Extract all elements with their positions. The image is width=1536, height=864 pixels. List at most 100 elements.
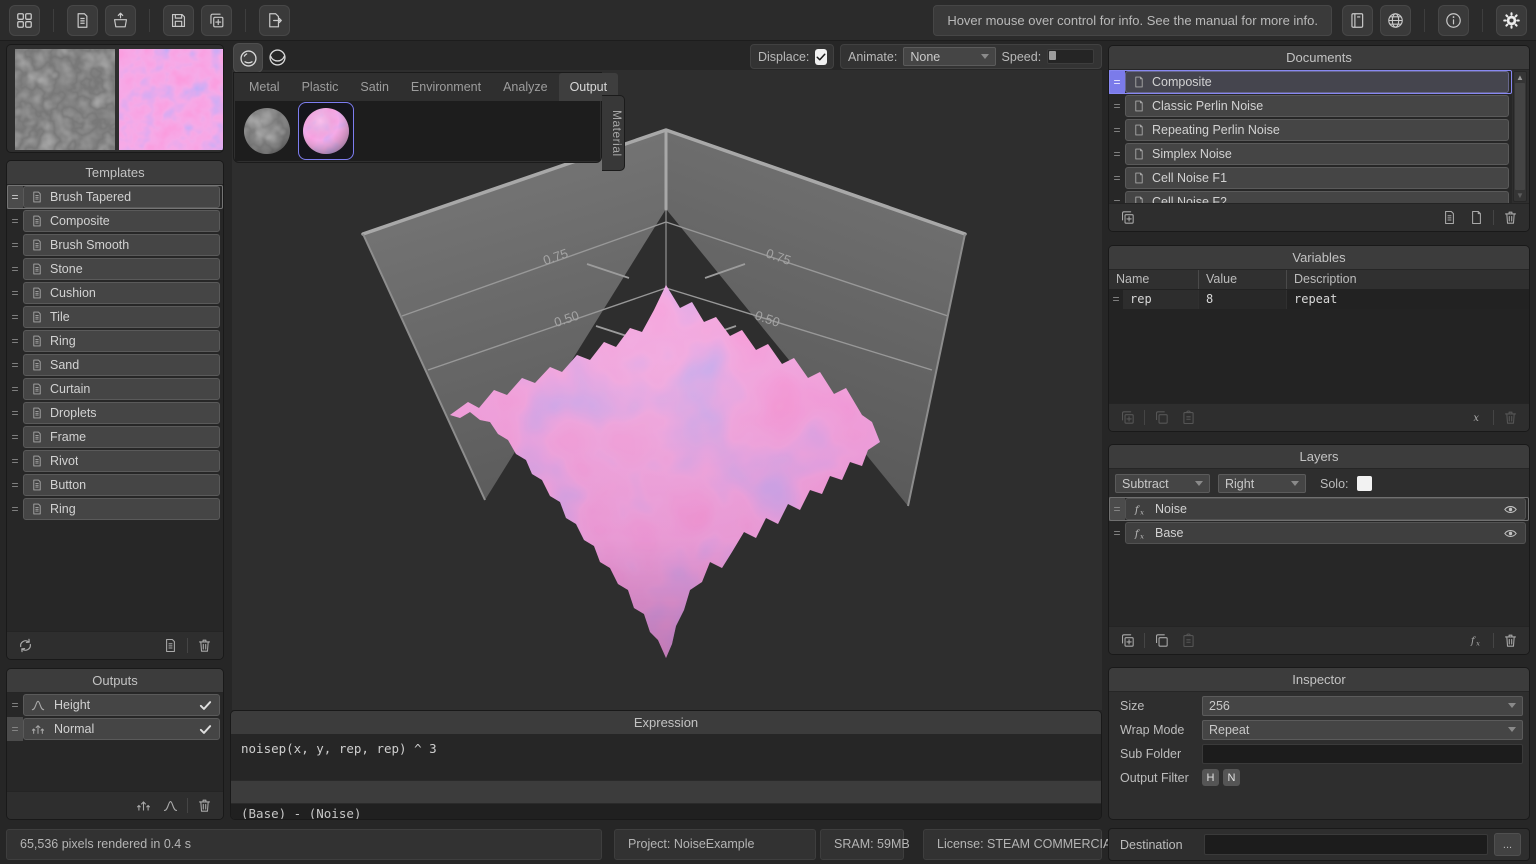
delete-layer-button[interactable] [1500, 630, 1521, 651]
material-tab[interactable]: Environment [400, 73, 492, 101]
scroll-up-icon[interactable]: ▲ [1516, 73, 1524, 82]
normal-preview-image[interactable] [119, 49, 223, 150]
template-item[interactable]: = Tile [7, 305, 223, 329]
material-tab[interactable]: Metal [238, 73, 291, 101]
solo-checkbox[interactable] [1357, 476, 1372, 491]
height-preview-image[interactable] [15, 49, 115, 150]
filter-height-button[interactable]: H [1202, 769, 1219, 786]
delete-document-button[interactable] [1500, 207, 1521, 228]
drag-handle[interactable]: = [7, 233, 23, 257]
template-item[interactable]: = Brush Smooth [7, 233, 223, 257]
drag-handle[interactable]: = [7, 281, 23, 305]
sphere-view-alt-button[interactable] [263, 43, 291, 71]
template-item[interactable]: = Composite [7, 209, 223, 233]
3d-viewport[interactable]: 0.75 0.50 0.75 0.50 [232, 70, 1102, 710]
layer-item[interactable]: = Base [1109, 521, 1529, 545]
channel-dropdown[interactable]: Right [1218, 474, 1306, 493]
template-item[interactable]: = Ring [7, 497, 223, 521]
manual-button[interactable] [1342, 5, 1373, 36]
column-header-name[interactable]: Name [1109, 270, 1199, 289]
destination-input[interactable] [1204, 834, 1488, 855]
template-item[interactable]: = Sand [7, 353, 223, 377]
export-button[interactable] [259, 5, 290, 36]
material-tab[interactable]: Analyze [492, 73, 558, 101]
output-item-normal[interactable]: = Normal [7, 717, 223, 741]
drag-handle[interactable]: = [1109, 290, 1123, 309]
drag-handle[interactable]: = [7, 425, 23, 449]
duplicate-button[interactable] [201, 5, 232, 36]
template-item[interactable]: = Button [7, 473, 223, 497]
save-button[interactable] [163, 5, 194, 36]
add-normal-output-button[interactable] [133, 795, 154, 816]
template-item[interactable]: = Cushion [7, 281, 223, 305]
template-item[interactable]: = Curtain [7, 377, 223, 401]
drag-handle[interactable]: = [7, 353, 23, 377]
output-item-height[interactable]: = Height [7, 693, 223, 717]
drag-handle[interactable]: = [1109, 94, 1125, 118]
document-item[interactable]: = Composite [1109, 70, 1512, 94]
duplicate-layer-button[interactable] [1117, 630, 1138, 651]
paste-variable-button[interactable] [1178, 407, 1199, 428]
drag-handle[interactable]: = [7, 497, 23, 521]
template-item[interactable]: = Rivot [7, 449, 223, 473]
speed-slider[interactable] [1047, 49, 1094, 64]
open-button[interactable] [105, 5, 136, 36]
template-item[interactable]: = Ring [7, 329, 223, 353]
copy-layer-button[interactable] [1151, 630, 1172, 651]
paste-layer-button[interactable] [1178, 630, 1199, 651]
delete-variable-button[interactable] [1500, 407, 1521, 428]
eye-icon[interactable] [1502, 525, 1519, 542]
template-item[interactable]: = Frame [7, 425, 223, 449]
drag-handle[interactable]: = [7, 185, 23, 209]
save-document-button[interactable] [1439, 207, 1460, 228]
sphere-view-button[interactable] [233, 43, 263, 73]
website-button[interactable] [1380, 5, 1411, 36]
drag-handle[interactable]: = [7, 473, 23, 497]
drag-handle[interactable]: = [7, 209, 23, 233]
documents-scrollbar[interactable]: ▲ ▼ [1513, 71, 1527, 202]
variable-name[interactable]: rep [1123, 290, 1199, 309]
variable-row[interactable]: = rep 8 repeat [1109, 290, 1529, 309]
sub-folder-input[interactable] [1202, 744, 1523, 764]
drag-handle[interactable]: = [7, 449, 23, 473]
duplicate-document-button[interactable] [1117, 207, 1138, 228]
normal-sphere-thumbnail[interactable] [298, 102, 354, 160]
new-document-button[interactable] [67, 5, 98, 36]
material-tab[interactable]: Satin [349, 73, 400, 101]
drag-handle[interactable]: = [7, 329, 23, 353]
scrollbar-thumb[interactable] [1515, 83, 1525, 190]
new-document-button-small[interactable] [1466, 207, 1487, 228]
slider-handle[interactable] [1049, 51, 1056, 60]
drag-handle[interactable]: = [1109, 190, 1125, 203]
variable-value[interactable]: 8 [1199, 290, 1287, 309]
expression-divider[interactable] [231, 780, 1101, 804]
template-item[interactable]: = Brush Tapered [7, 185, 223, 209]
drag-handle[interactable]: = [7, 693, 23, 717]
document-item[interactable]: = Cell Noise F2 [1109, 190, 1512, 203]
settings-button[interactable] [1496, 5, 1527, 36]
delete-output-button[interactable] [194, 795, 215, 816]
drag-handle[interactable]: = [7, 717, 23, 741]
size-dropdown[interactable]: 256 [1202, 696, 1523, 716]
drag-handle[interactable]: = [7, 377, 23, 401]
drag-handle[interactable]: = [1109, 521, 1125, 545]
layer-item[interactable]: = Noise [1109, 497, 1529, 521]
material-tab[interactable]: Plastic [291, 73, 350, 101]
document-item[interactable]: = Cell Noise F1 [1109, 166, 1512, 190]
wrap-mode-dropdown[interactable]: Repeat [1202, 720, 1523, 740]
scroll-down-icon[interactable]: ▼ [1516, 191, 1524, 200]
blend-mode-dropdown[interactable]: Subtract [1115, 474, 1210, 493]
drag-handle[interactable]: = [7, 305, 23, 329]
home-grid-button[interactable] [9, 5, 40, 36]
expression-editor[interactable]: noisep(x, y, rep, rep) ^ 3 [231, 735, 1101, 780]
column-header-value[interactable]: Value [1199, 270, 1287, 289]
drag-handle[interactable]: = [1109, 166, 1125, 190]
column-header-description[interactable]: Description [1287, 270, 1529, 289]
browse-button[interactable]: ... [1494, 833, 1521, 856]
add-variable-button[interactable] [1466, 407, 1487, 428]
material-side-tab[interactable]: Material [602, 95, 625, 171]
save-template-button[interactable] [160, 635, 181, 656]
duplicate-variable-button[interactable] [1117, 407, 1138, 428]
drag-handle[interactable]: = [7, 401, 23, 425]
height-sphere-thumbnail[interactable] [240, 103, 294, 159]
